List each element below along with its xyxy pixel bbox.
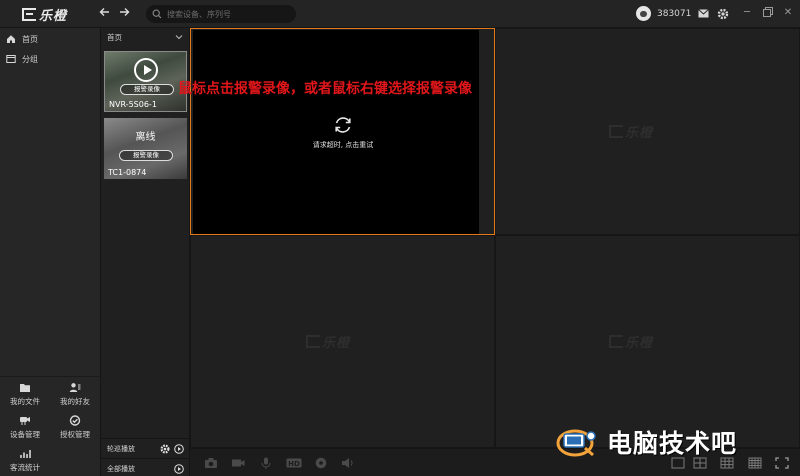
top-bar: 乐橙 搜索设备、序列号 383071 ─ ✕ [0, 0, 800, 28]
search-input[interactable]: 搜索设备、序列号 [146, 5, 296, 23]
site-name: 电脑技术吧 [607, 429, 738, 458]
logo-mark-icon [609, 335, 623, 348]
site-logo-icon [555, 426, 601, 458]
patrol-play-label: 轮巡播放 [107, 444, 135, 453]
sidebar-item-home[interactable]: 首页 [0, 29, 100, 49]
video-cell-2[interactable]: 乐橙 [495, 28, 800, 235]
gear-icon[interactable] [160, 443, 170, 454]
sidebar-item-label: 分组 [22, 54, 38, 64]
device-name: NVR-5S06-1 [109, 100, 157, 109]
watermark-text: 乐橙 [625, 126, 654, 141]
refresh-icon[interactable] [332, 114, 354, 136]
device-name: TC1-0874 [108, 168, 147, 177]
home-icon [7, 35, 15, 43]
watermark-text: 乐橙 [625, 336, 654, 351]
logo-mark-icon [22, 7, 36, 21]
play-circle-icon[interactable] [174, 443, 184, 454]
sidebar-item-label: 首页 [22, 34, 38, 44]
friends-icon [69, 383, 81, 392]
patrol-play-row[interactable]: 轮巡播放 [101, 438, 190, 458]
stats-icon [20, 450, 31, 458]
play-all-label: 全部播放 [107, 464, 135, 473]
camera-manage-icon [20, 417, 30, 425]
alarm-record-button[interactable]: 报警录像 [120, 84, 174, 95]
offline-label: 离线 [135, 132, 156, 143]
folder-icon [20, 384, 30, 392]
tool-my-friends[interactable]: 我的好友 [50, 382, 100, 412]
forward-arrow-icon[interactable] [117, 6, 131, 20]
avatar[interactable] [636, 6, 651, 21]
ptz-icon[interactable] [314, 457, 328, 469]
tool-label: 我的好友 [60, 397, 90, 406]
fullscreen-icon[interactable] [775, 457, 789, 469]
timeout-message[interactable]: 请求超时, 点击重试 [191, 140, 495, 150]
tool-auth-manage[interactable]: 授权管理 [50, 415, 100, 445]
snapshot-icon[interactable] [204, 457, 218, 469]
search-icon [152, 9, 162, 19]
svg-text:HD: HD [288, 460, 300, 468]
left-sidebar: 首页 分组 我的文件 我的好友 设备管理 授权管理 客流统计 [0, 28, 101, 476]
alarm-record-button[interactable]: 报警录像 [119, 150, 173, 161]
site-watermark: 电脑技术吧 [555, 424, 737, 460]
user-area: 383071 [636, 6, 729, 21]
device-thumb-tc1[interactable]: 离线 报警录像 TC1-0874 [104, 118, 187, 179]
watermark-text: 乐橙 [322, 336, 351, 351]
watermark-logo: 乐橙 [609, 332, 653, 351]
tool-device-manage[interactable]: 设备管理 [0, 415, 50, 445]
video-cell-4[interactable]: 乐橙 [495, 235, 800, 448]
play-circle-icon[interactable] [174, 463, 184, 474]
search-placeholder: 搜索设备、序列号 [167, 9, 231, 19]
microphone-icon[interactable] [259, 457, 273, 469]
sidebar-tools: 我的文件 我的好友 设备管理 授权管理 客流统计 [0, 376, 101, 476]
logo-mark-icon [609, 125, 623, 138]
layout-sixteen-icon[interactable] [748, 457, 762, 469]
device-thumb-nvr[interactable]: 报警录像 NVR-5S06-1 [104, 51, 187, 112]
restore-icon[interactable] [762, 7, 774, 19]
logo-mark-icon [306, 335, 320, 348]
tool-label: 我的文件 [10, 397, 40, 406]
record-icon[interactable] [231, 457, 245, 469]
tool-my-files[interactable]: 我的文件 [0, 382, 50, 412]
tool-label: 设备管理 [10, 430, 40, 439]
watermark-logo: 乐橙 [306, 332, 350, 351]
user-id[interactable]: 383071 [657, 9, 691, 19]
play-icon[interactable] [134, 58, 158, 82]
sidebar-item-group[interactable]: 分组 [0, 49, 100, 69]
chevron-down-icon [175, 35, 183, 40]
hd-icon[interactable]: HD [286, 457, 302, 469]
tool-traffic-stats[interactable]: 客流统计 [0, 448, 50, 476]
volume-icon[interactable] [341, 457, 355, 469]
watermark-logo: 乐橙 [609, 122, 653, 141]
device-panel-header[interactable]: 首页 [101, 28, 189, 46]
folder-icon [6, 55, 16, 63]
video-cell-3[interactable]: 乐橙 [190, 235, 495, 448]
back-arrow-icon[interactable] [98, 6, 112, 20]
tool-label: 授权管理 [60, 430, 90, 439]
logo-text: 乐橙 [39, 8, 68, 24]
play-all-row[interactable]: 全部播放 [101, 458, 190, 476]
tutorial-annotation: 鼠标点击报警录像，或者鼠标右键选择报警录像 [178, 81, 472, 97]
device-panel-title: 首页 [107, 32, 122, 42]
tool-label: 客流统计 [10, 463, 40, 472]
close-icon[interactable]: ✕ [782, 7, 794, 19]
auth-icon [69, 415, 81, 426]
gear-icon[interactable] [716, 7, 729, 20]
video-cell-1[interactable]: 请求超时, 点击重试 [190, 28, 495, 235]
mail-icon[interactable] [697, 7, 710, 20]
minimize-icon[interactable]: ─ [741, 7, 753, 19]
device-panel: 首页 报警录像 NVR-5S06-1 离线 报警录像 TC1-0874 轮巡播放… [101, 28, 190, 476]
app-logo: 乐橙 [22, 5, 68, 24]
